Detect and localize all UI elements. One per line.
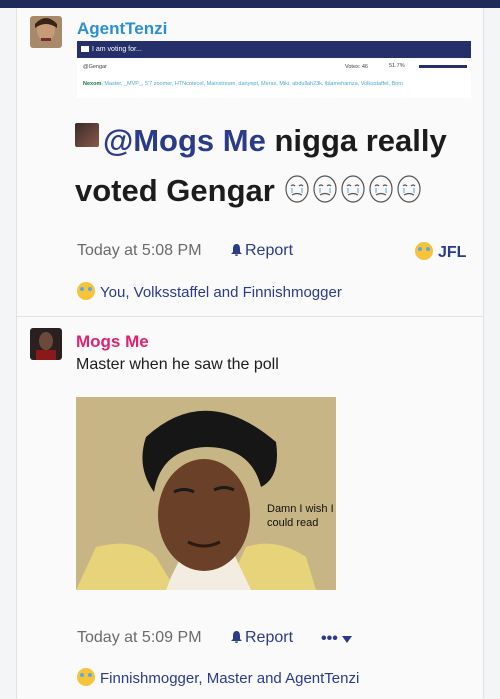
bell-icon: [231, 244, 242, 256]
more-options-button[interactable]: •••: [321, 630, 353, 648]
quoted-poll-author: @Gengar: [83, 64, 107, 70]
wojak-faces-image: [283, 170, 425, 220]
top-navigation-bar: [0, 0, 500, 8]
chart-icon: [81, 46, 89, 53]
crying-laughing-emoji-icon: [77, 282, 95, 300]
ellipsis-icon: •••: [321, 630, 338, 647]
post-card: Mogs Me Master when he saw the poll Damn…: [16, 316, 484, 699]
post-timestamp[interactable]: Today at 5:08 PM: [77, 242, 202, 260]
meme-illustration: [76, 397, 336, 590]
post-author[interactable]: Mogs Me: [76, 332, 149, 352]
report-label: Report: [245, 629, 294, 646]
crying-laughing-emoji-icon: [77, 668, 95, 686]
post-message: Master when he saw the poll: [76, 356, 279, 373]
report-button[interactable]: Report: [231, 629, 293, 647]
report-label: Report: [245, 242, 294, 259]
reactions-users: Finnishmogger, Master and AgentTenzi: [100, 670, 360, 687]
crying-laughing-emoji-icon: [415, 242, 433, 260]
quoted-poll-header: I am voting for...: [77, 41, 471, 58]
avatar[interactable]: [30, 16, 62, 48]
post-timestamp[interactable]: Today at 5:09 PM: [77, 629, 202, 647]
meme-caption: Damn I wish I could read: [267, 503, 334, 529]
reaction-label: JFL: [438, 244, 467, 261]
quoted-poll[interactable]: @Gengar Votes: 46 51.7% Nexom, Master, _…: [77, 58, 471, 98]
post-card: AgentTenzi I am voting for... @Gengar Vo…: [16, 8, 484, 317]
post-message: @Mogs Me nigga really voted Gengar: [75, 116, 475, 220]
reaction-button[interactable]: JFL: [415, 242, 466, 262]
reactions-users: You, Volksstaffel and Finnishmogger: [100, 284, 342, 301]
inline-image: [75, 123, 99, 147]
voter-name: Nexom: [83, 81, 102, 87]
voter-list: , Master, _MVP_, 5'7 zoomer, HTNcotecel,…: [101, 81, 404, 87]
reactions-summary[interactable]: Finnishmogger, Master and AgentTenzi: [77, 668, 359, 687]
quoted-poll-bar: [419, 65, 467, 68]
bell-icon: [231, 631, 242, 643]
reactions-summary[interactable]: You, Volksstaffel and Finnishmogger: [77, 282, 342, 301]
meme-image[interactable]: Damn I wish I could read: [76, 397, 336, 590]
quoted-poll-title: I am voting for...: [92, 46, 142, 53]
report-button[interactable]: Report: [231, 242, 293, 260]
quoted-poll-voters: Nexom, Master, _MVP_, 5'7 zoomer, HTNcot…: [83, 81, 471, 87]
chevron-down-icon: [342, 636, 353, 643]
user-mention[interactable]: @Mogs Me: [103, 123, 266, 158]
quoted-poll-votes: Votes: 46: [345, 64, 368, 70]
avatar[interactable]: [30, 328, 62, 360]
post-author[interactable]: AgentTenzi: [77, 19, 167, 39]
